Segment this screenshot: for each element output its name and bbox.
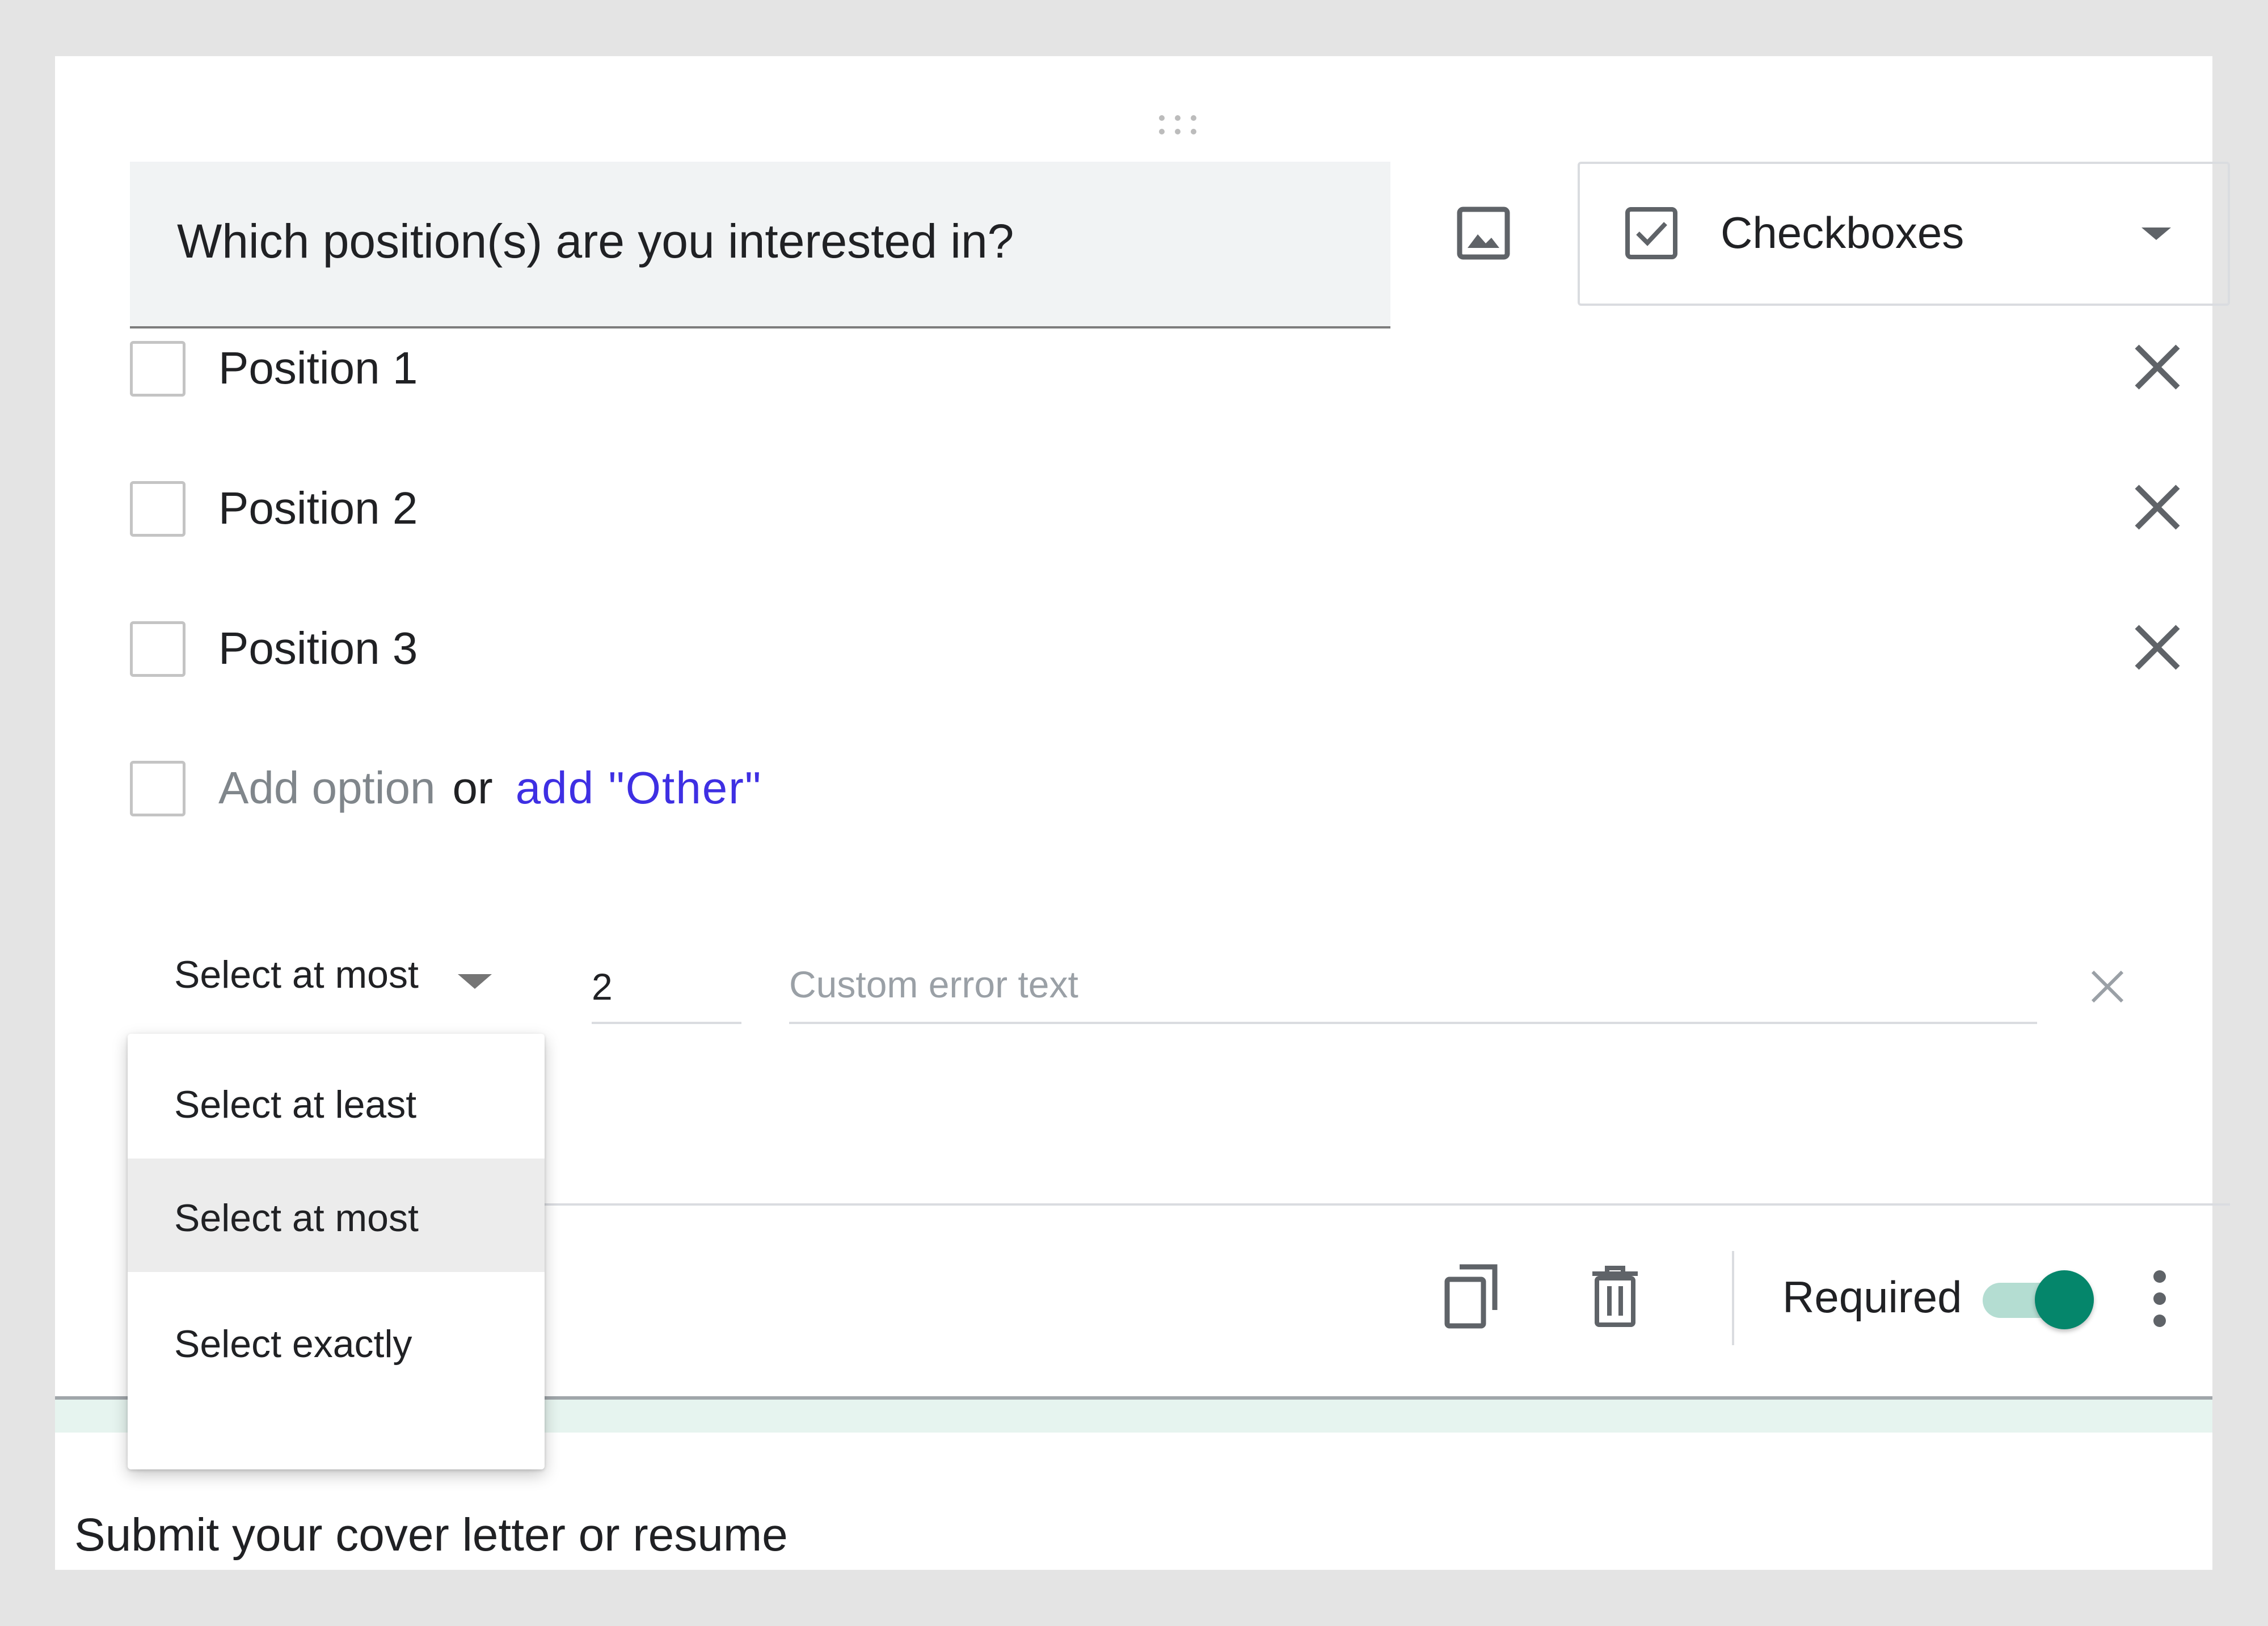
option-checkbox-icon <box>130 481 186 537</box>
option-checkbox-icon <box>130 341 186 397</box>
menu-item-select-at-most[interactable]: Select at most <box>128 1159 545 1272</box>
validation-rule-select[interactable]: Select at most <box>174 941 571 1009</box>
option-row-3: Position 3 <box>130 617 2229 679</box>
add-option-line: Add option or add "Other" <box>218 762 762 814</box>
chevron-down-icon <box>2141 228 2171 240</box>
drag-handle-icon[interactable] <box>1159 115 1204 138</box>
remove-option-icon[interactable] <box>2129 619 2186 676</box>
menu-item-label: Select at most <box>174 1197 419 1240</box>
option-checkbox-icon <box>130 761 186 816</box>
chevron-down-icon <box>458 974 492 989</box>
menu-item-label: Select exactly <box>174 1322 412 1366</box>
option-row-2: Position 2 <box>130 477 2229 539</box>
checkbox-checked-icon <box>1623 205 1680 262</box>
required-toggle[interactable] <box>1983 1270 2094 1329</box>
option-label[interactable]: Position 3 <box>218 622 418 675</box>
remove-option-icon[interactable] <box>2129 479 2186 536</box>
validation-rule-menu: Select at least Select at most Select ex… <box>128 1034 545 1469</box>
option-label[interactable]: Position 1 <box>218 342 418 394</box>
custom-error-placeholder: Custom error text <box>789 963 1078 1005</box>
add-option-input[interactable]: Add option <box>218 763 436 813</box>
add-option-row: Add option or add "Other" <box>130 756 2229 819</box>
validation-number-input[interactable]: 2 <box>592 941 741 1024</box>
or-text: or <box>452 763 493 813</box>
required-label: Required <box>1782 1272 1962 1322</box>
question-type-label: Checkboxes <box>1721 208 1965 258</box>
question-type-dropdown[interactable]: Checkboxes <box>1578 162 2230 306</box>
next-question-title[interactable]: Submit your cover letter or resume <box>74 1509 788 1562</box>
trash-icon[interactable] <box>1587 1263 1643 1329</box>
menu-item-select-exactly[interactable]: Select exactly <box>128 1284 545 1398</box>
menu-item-label: Select at least <box>174 1083 417 1126</box>
remove-option-icon[interactable] <box>2129 339 2186 395</box>
validation-rule-label: Select at most <box>174 953 419 996</box>
toggle-thumb <box>2035 1270 2094 1329</box>
validation-number-value: 2 <box>592 966 613 1008</box>
question-title-text: Which position(s) are you interested in? <box>177 214 1014 268</box>
duplicate-icon[interactable] <box>1440 1262 1503 1330</box>
add-other-link[interactable]: add "Other" <box>516 763 762 813</box>
option-checkbox-icon <box>130 621 186 677</box>
option-label[interactable]: Position 2 <box>218 482 418 534</box>
footer-separator <box>1732 1251 1734 1345</box>
menu-item-select-at-least[interactable]: Select at least <box>128 1045 545 1159</box>
question-title-field[interactable]: Which position(s) are you interested in? <box>130 162 1390 328</box>
custom-error-input[interactable]: Custom error text <box>789 941 2037 1024</box>
add-image-icon[interactable] <box>1452 204 1515 265</box>
option-row-1: Position 1 <box>130 336 2229 399</box>
more-options-icon[interactable] <box>2143 1268 2177 1329</box>
close-icon[interactable] <box>2086 965 2129 1008</box>
